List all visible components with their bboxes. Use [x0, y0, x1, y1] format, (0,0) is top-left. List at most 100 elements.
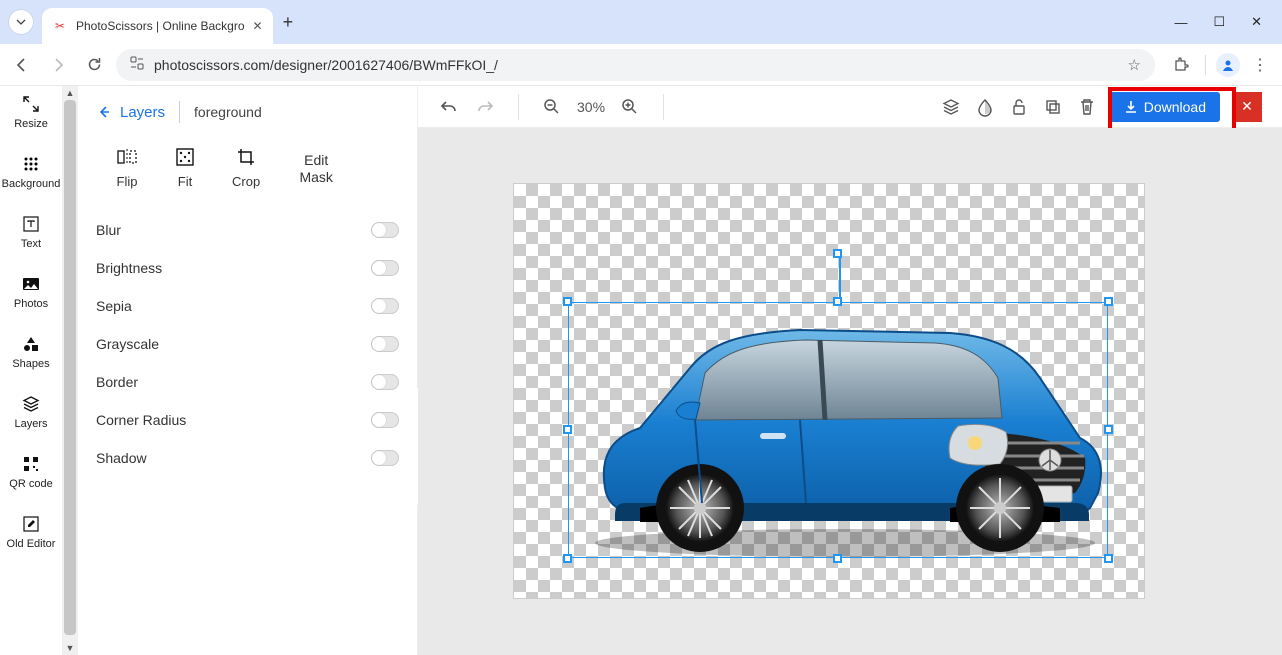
- toggle[interactable]: [371, 412, 399, 428]
- tool-flip[interactable]: Flip: [116, 146, 138, 189]
- favicon-icon: ✂: [52, 18, 68, 34]
- qrcode-icon: [21, 454, 41, 474]
- tool-edit-mask[interactable]: Edit Mask: [296, 152, 336, 186]
- adjust-brightness[interactable]: Brightness: [96, 249, 399, 287]
- tool-fit[interactable]: Fit: [174, 146, 196, 189]
- sidebar-item-resize[interactable]: Resize: [14, 94, 48, 130]
- toggle[interactable]: [371, 298, 399, 314]
- layer-name: foreground: [194, 104, 262, 120]
- window-maximize-icon[interactable]: ☐: [1213, 14, 1225, 30]
- trash-icon[interactable]: [1076, 96, 1098, 118]
- tool-crop[interactable]: Crop: [232, 146, 260, 189]
- toggle[interactable]: [371, 336, 399, 352]
- text-icon: [21, 214, 41, 234]
- adjust-border[interactable]: Border: [96, 363, 399, 401]
- nav-back-icon[interactable]: [8, 51, 36, 79]
- zoom-in-icon[interactable]: [619, 96, 641, 118]
- adjust-label: Grayscale: [96, 336, 159, 352]
- resize-handle-s[interactable]: [833, 554, 842, 563]
- tab-title: PhotoScissors | Online Backgro: [76, 19, 245, 33]
- profile-avatar[interactable]: [1216, 53, 1240, 77]
- resize-handle-se[interactable]: [1104, 554, 1113, 563]
- toggle[interactable]: [371, 260, 399, 276]
- lock-icon[interactable]: [1008, 96, 1030, 118]
- sidebar-item-label: Layers: [14, 418, 47, 430]
- toggle[interactable]: [371, 222, 399, 238]
- tool-label: Crop: [232, 174, 260, 189]
- editor-close-icon[interactable]: ✕: [1232, 92, 1262, 122]
- window-minimize-icon[interactable]: —: [1174, 15, 1187, 30]
- arrow-left-icon: [96, 104, 112, 120]
- selection-box[interactable]: [568, 302, 1108, 558]
- adjust-grayscale[interactable]: Grayscale: [96, 325, 399, 363]
- resize-handle-ne[interactable]: [1104, 297, 1113, 306]
- resize-icon: [21, 94, 41, 114]
- browser-menu-icon[interactable]: ⋮: [1246, 51, 1274, 79]
- adjust-label: Blur: [96, 222, 121, 238]
- download-label: Download: [1144, 99, 1206, 115]
- sidebar-item-layers[interactable]: Layers: [14, 394, 47, 430]
- resize-handle-nw[interactable]: [563, 297, 572, 306]
- resize-handle-sw[interactable]: [563, 554, 572, 563]
- undo-icon[interactable]: [438, 96, 460, 118]
- adjust-label: Corner Radius: [96, 412, 186, 428]
- flip-icon: [116, 146, 138, 168]
- sidebar-item-photos[interactable]: Photos: [14, 274, 48, 310]
- back-link-label: Layers: [120, 104, 165, 121]
- adjust-sepia[interactable]: Sepia: [96, 287, 399, 325]
- shapes-icon: [21, 334, 41, 354]
- adjust-shadow[interactable]: Shadow: [96, 439, 399, 477]
- tool-label: Edit Mask: [296, 152, 336, 186]
- sidebar-item-background[interactable]: Background: [2, 154, 61, 190]
- sidebar-item-oldeditor[interactable]: Old Editor: [7, 514, 56, 550]
- tab-list-dropdown[interactable]: [8, 9, 34, 35]
- reload-icon[interactable]: [80, 51, 108, 79]
- opacity-icon[interactable]: [974, 96, 996, 118]
- nav-forward-icon: [44, 51, 72, 79]
- address-bar[interactable]: photoscissors.com/designer/2001627406/BW…: [116, 49, 1155, 81]
- adjust-label: Sepia: [96, 298, 132, 314]
- site-settings-icon[interactable]: [130, 56, 144, 73]
- tab-close-icon[interactable]: ✕: [253, 19, 263, 33]
- layers-icon: [21, 394, 41, 414]
- sidebar-item-shapes[interactable]: Shapes: [12, 334, 49, 370]
- zoom-out-icon[interactable]: [541, 96, 563, 118]
- window-close-icon[interactable]: ✕: [1251, 14, 1262, 30]
- edit-icon: [21, 514, 41, 534]
- adjust-corner-radius[interactable]: Corner Radius: [96, 401, 399, 439]
- sidebar-item-label: Old Editor: [7, 538, 56, 550]
- photo-icon: [21, 274, 41, 294]
- url-text: photoscissors.com/designer/2001627406/BW…: [154, 57, 1118, 73]
- resize-handle-n[interactable]: [833, 297, 842, 306]
- new-tab-button[interactable]: +: [283, 12, 294, 33]
- adjust-label: Brightness: [96, 260, 162, 276]
- adjust-blur[interactable]: Blur: [96, 211, 399, 249]
- bookmark-star-icon[interactable]: ☆: [1128, 56, 1141, 74]
- toggle[interactable]: [371, 450, 399, 466]
- adjust-label: Shadow: [96, 450, 147, 466]
- duplicate-icon[interactable]: [1042, 96, 1064, 118]
- sidebar-item-text[interactable]: Text: [21, 214, 41, 250]
- zoom-level: 30%: [577, 99, 605, 115]
- sidebar-item-label: Text: [21, 238, 41, 250]
- redo-icon[interactable]: [474, 96, 496, 118]
- browser-tab[interactable]: ✂ PhotoScissors | Online Backgro ✕: [42, 8, 273, 44]
- back-to-layers-link[interactable]: Layers: [96, 104, 165, 121]
- sidebar-scrollbar[interactable]: ▲ ▼: [62, 86, 78, 655]
- layers-toolbar-icon[interactable]: [940, 96, 962, 118]
- rotate-handle[interactable]: [833, 249, 842, 258]
- crop-icon: [235, 146, 257, 168]
- sidebar-item-label: Photos: [14, 298, 48, 310]
- sidebar-item-qrcode[interactable]: QR code: [9, 454, 52, 490]
- resize-handle-w[interactable]: [563, 425, 572, 434]
- fit-icon: [174, 146, 196, 168]
- download-button[interactable]: Download: [1110, 92, 1220, 122]
- sidebar-item-label: Background: [2, 178, 61, 190]
- resize-handle-e[interactable]: [1104, 425, 1113, 434]
- tool-label: Fit: [178, 174, 192, 189]
- tool-label: Flip: [117, 174, 138, 189]
- canvas-workspace[interactable]: [418, 128, 1282, 655]
- extensions-icon[interactable]: [1167, 51, 1195, 79]
- toggle[interactable]: [371, 374, 399, 390]
- sidebar-item-label: Shapes: [12, 358, 49, 370]
